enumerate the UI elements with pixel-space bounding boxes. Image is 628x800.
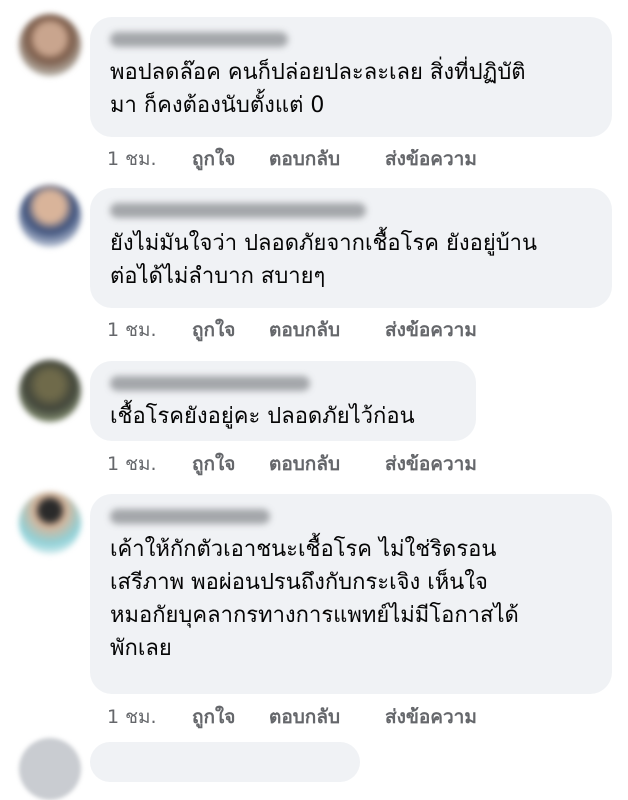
comment-actions: 1 ชม. ถูกใจ ตอบกลับ ส่งข้อความ bbox=[107, 315, 477, 345]
reply-button[interactable]: ตอบกลับ bbox=[269, 449, 385, 479]
reply-button[interactable]: ตอบกลับ bbox=[269, 702, 385, 732]
commenter-name[interactable] bbox=[110, 32, 288, 47]
comment-text: เค้าให้กักตัวเอาชนะเชื้อโรค ไม่ใช่ริดรอน… bbox=[110, 537, 519, 661]
avatar[interactable] bbox=[19, 360, 81, 422]
send-message-button[interactable]: ส่งข้อความ bbox=[385, 449, 477, 479]
comment-bubble: เค้าให้กักตัวเอาชนะเชื้อโรค ไม่ใช่ริดรอน… bbox=[90, 494, 612, 694]
comment-bubble: ยังไม่มันใจว่า ปลอดภัยจากเชื้อโรค ยังอยู… bbox=[90, 188, 612, 308]
avatar[interactable] bbox=[19, 185, 81, 247]
comment-bubble bbox=[90, 742, 360, 782]
comment-actions: 1 ชม. ถูกใจ ตอบกลับ ส่งข้อความ bbox=[107, 144, 477, 174]
comment-time[interactable]: 1 ชม. bbox=[107, 315, 192, 345]
send-message-button[interactable]: ส่งข้อความ bbox=[385, 144, 477, 174]
commenter-name[interactable] bbox=[110, 509, 270, 524]
send-message-button[interactable]: ส่งข้อความ bbox=[385, 702, 477, 732]
comment-time[interactable]: 1 ชม. bbox=[107, 449, 192, 479]
reply-button[interactable]: ตอบกลับ bbox=[269, 144, 385, 174]
avatar[interactable] bbox=[19, 14, 81, 76]
avatar[interactable] bbox=[19, 492, 81, 554]
comment-bubble: เชื้อโรคยังอยู่คะ ปลอดภัยไว้ก่อน bbox=[90, 361, 476, 441]
commenter-name[interactable] bbox=[110, 203, 366, 218]
like-button[interactable]: ถูกใจ bbox=[192, 449, 269, 479]
comment-text: พอปลดล๊อค คนก็ปล่อยปละละเลย สิ่งที่ปฏิบั… bbox=[110, 60, 526, 118]
reply-button[interactable]: ตอบกลับ bbox=[269, 315, 385, 345]
comment-bubble: พอปลดล๊อค คนก็ปล่อยปละละเลย สิ่งที่ปฏิบั… bbox=[90, 17, 612, 137]
comment-text: เชื้อโรคยังอยู่คะ ปลอดภัยไว้ก่อน bbox=[110, 404, 415, 429]
comment-time[interactable]: 1 ชม. bbox=[107, 144, 192, 174]
commenter-name[interactable] bbox=[110, 376, 310, 391]
like-button[interactable]: ถูกใจ bbox=[192, 144, 269, 174]
comment-actions: 1 ชม. ถูกใจ ตอบกลับ ส่งข้อความ bbox=[107, 702, 477, 732]
like-button[interactable]: ถูกใจ bbox=[192, 315, 269, 345]
send-message-button[interactable]: ส่งข้อความ bbox=[385, 315, 477, 345]
comment-actions: 1 ชม. ถูกใจ ตอบกลับ ส่งข้อความ bbox=[107, 449, 477, 479]
comment-time[interactable]: 1 ชม. bbox=[107, 702, 192, 732]
comment-text: ยังไม่มันใจว่า ปลอดภัยจากเชื้อโรค ยังอยู… bbox=[110, 231, 538, 289]
like-button[interactable]: ถูกใจ bbox=[192, 702, 269, 732]
avatar[interactable] bbox=[19, 738, 81, 800]
